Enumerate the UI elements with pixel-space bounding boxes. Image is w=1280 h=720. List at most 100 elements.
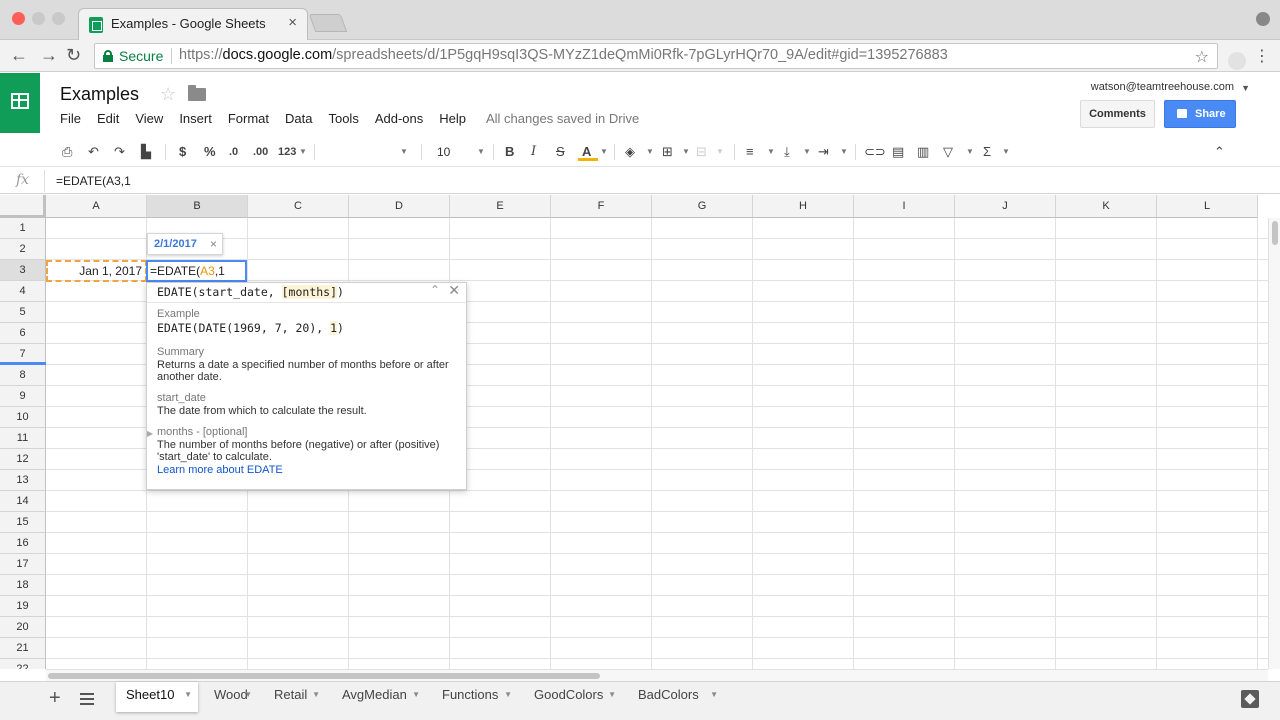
sheet-tab-retail[interactable]: Retail ▼	[264, 682, 326, 712]
row-header-13[interactable]: 13	[0, 470, 46, 491]
back-arrow-icon[interactable]: ←	[10, 45, 28, 66]
sheet-tab-goodcolors[interactable]: GoodColors ▼	[524, 682, 622, 712]
account-caret-icon[interactable]: ▼	[1241, 83, 1250, 93]
row-header-3[interactable]: 3	[0, 260, 46, 281]
filter-caret-icon[interactable]: ▼	[966, 143, 974, 161]
sheet-tab-menu-icon[interactable]: ▼	[244, 682, 252, 708]
formula-input[interactable]: =EDATE(A3,1	[56, 174, 131, 188]
collapse-toolbar-icon[interactable]: ⌃	[1214, 143, 1225, 161]
sheet-tab-wood[interactable]: Wood ▼	[204, 682, 258, 712]
row-header-9[interactable]: 9	[0, 386, 46, 407]
fill-color-caret-icon[interactable]: ▼	[646, 143, 654, 161]
row-header-18[interactable]: 18	[0, 575, 46, 596]
user-account[interactable]: watson@teamtreehouse.com	[1091, 81, 1234, 93]
close-preview-icon[interactable]: ×	[210, 234, 217, 254]
close-window-button[interactable]	[12, 12, 25, 25]
text-wrapping-caret-icon[interactable]: ▼	[840, 143, 848, 161]
borders-icon[interactable]: ⊞	[662, 143, 673, 161]
learn-more-link[interactable]: Learn more about EDATE	[157, 464, 283, 476]
column-header-l[interactable]: L	[1157, 195, 1258, 218]
menu-format[interactable]: Format	[228, 111, 269, 129]
add-sheet-icon[interactable]: +	[49, 687, 61, 710]
merge-cells-icon[interactable]: ⊟	[696, 143, 707, 161]
column-header-h[interactable]: H	[753, 195, 854, 218]
sheet-tab-menu-icon[interactable]: ▼	[710, 682, 718, 708]
text-color-caret-icon[interactable]: ▼	[600, 143, 608, 161]
insert-comment-icon[interactable]: ▤	[892, 143, 904, 161]
filter-icon[interactable]: ▽	[943, 143, 953, 161]
horizontal-align-caret-icon[interactable]: ▼	[767, 143, 775, 161]
column-header-g[interactable]: G	[652, 195, 753, 218]
vertical-scrollbar[interactable]	[1268, 218, 1280, 669]
more-formats-caret-icon[interactable]: ▼	[299, 143, 307, 161]
column-header-a[interactable]: A	[46, 195, 147, 218]
row-header-14[interactable]: 14	[0, 491, 46, 512]
horizontal-scrollbar[interactable]	[46, 669, 1268, 681]
collapse-help-icon[interactable]: ⌃	[430, 283, 440, 297]
font-size-caret-icon[interactable]: ▼	[477, 143, 485, 161]
row-header-12[interactable]: 12	[0, 449, 46, 470]
horizontal-scroll-thumb[interactable]	[48, 673, 600, 679]
move-to-folder-icon[interactable]	[188, 85, 206, 101]
row-header-10[interactable]: 10	[0, 407, 46, 428]
undo-icon[interactable]: ↶	[88, 143, 99, 161]
cell-b3-editor[interactable]: =EDATE(A3,1	[146, 260, 247, 282]
borders-caret-icon[interactable]: ▼	[682, 143, 690, 161]
row-header-4[interactable]: 4	[0, 281, 46, 302]
fill-color-icon[interactable]: ◈	[625, 143, 635, 161]
column-header-i[interactable]: I	[854, 195, 955, 218]
all-sheets-menu-icon[interactable]	[80, 693, 94, 705]
font-size-select[interactable]: 10	[437, 143, 450, 161]
profile-icon[interactable]	[1256, 12, 1270, 26]
paint-format-icon[interactable]: ▙	[141, 143, 151, 161]
row-header-1[interactable]: 1	[0, 218, 46, 239]
column-header-f[interactable]: F	[551, 195, 652, 218]
menu-view[interactable]: View	[135, 111, 163, 129]
menu-addons[interactable]: Add-ons	[375, 111, 423, 129]
column-header-e[interactable]: E	[450, 195, 551, 218]
decrease-decimal-button[interactable]: .0	[229, 143, 238, 161]
menu-file[interactable]: File	[60, 111, 81, 129]
print-icon[interactable]: ⎙	[62, 143, 72, 161]
redo-icon[interactable]: ↷	[114, 143, 125, 161]
url-bar[interactable]: Secure https://docs.google.com/spreadshe…	[94, 43, 1218, 69]
currency-format-button[interactable]: $	[179, 143, 186, 161]
row-header-21[interactable]: 21	[0, 638, 46, 659]
row-header-22[interactable]: 22	[0, 659, 46, 669]
column-header-j[interactable]: J	[955, 195, 1056, 218]
row-header-6[interactable]: 6	[0, 323, 46, 344]
minimize-window-button[interactable]	[32, 12, 45, 25]
save-status[interactable]: All changes saved in Drive	[486, 111, 639, 129]
vertical-align-caret-icon[interactable]: ▼	[803, 143, 811, 161]
menu-help[interactable]: Help	[439, 111, 466, 129]
extension-icon[interactable]	[1228, 52, 1246, 70]
sheet-tab-menu-icon[interactable]: ▼	[504, 682, 512, 708]
more-formats-button[interactable]: 123	[278, 143, 296, 161]
sheet-tab-sheet10[interactable]: Sheet10 ▼	[116, 682, 198, 712]
row-header-20[interactable]: 20	[0, 617, 46, 638]
sheet-tab-functions[interactable]: Functions ▼	[432, 682, 518, 712]
row-header-2[interactable]: 2	[0, 239, 46, 260]
menu-insert[interactable]: Insert	[179, 111, 212, 129]
new-tab-button[interactable]	[308, 14, 348, 32]
row-header-8[interactable]: 8	[0, 365, 46, 386]
bold-button[interactable]: B	[505, 143, 514, 161]
row-header-5[interactable]: 5	[0, 302, 46, 323]
increase-decimal-button[interactable]: .00	[253, 143, 268, 161]
percent-format-button[interactable]: %	[204, 143, 216, 161]
menu-edit[interactable]: Edit	[97, 111, 119, 129]
menu-data[interactable]: Data	[285, 111, 312, 129]
column-header-k[interactable]: K	[1056, 195, 1157, 218]
sheet-tab-menu-icon[interactable]: ▼	[608, 682, 616, 708]
select-all-corner[interactable]	[0, 195, 46, 218]
document-title[interactable]: Examples	[60, 84, 139, 105]
row-header-15[interactable]: 15	[0, 512, 46, 533]
bookmark-star-icon[interactable]: ☆	[1195, 47, 1209, 67]
reload-icon[interactable]: ↻	[66, 45, 81, 66]
sheets-logo-icon[interactable]	[0, 73, 40, 133]
column-header-d[interactable]: D	[349, 195, 450, 218]
vertical-align-icon[interactable]: ⤓	[784, 143, 790, 161]
forward-arrow-icon[interactable]: →	[40, 45, 58, 66]
italic-button[interactable]: I	[531, 143, 536, 161]
sheet-tab-badcolors[interactable]: BadColors ▼	[628, 682, 724, 712]
